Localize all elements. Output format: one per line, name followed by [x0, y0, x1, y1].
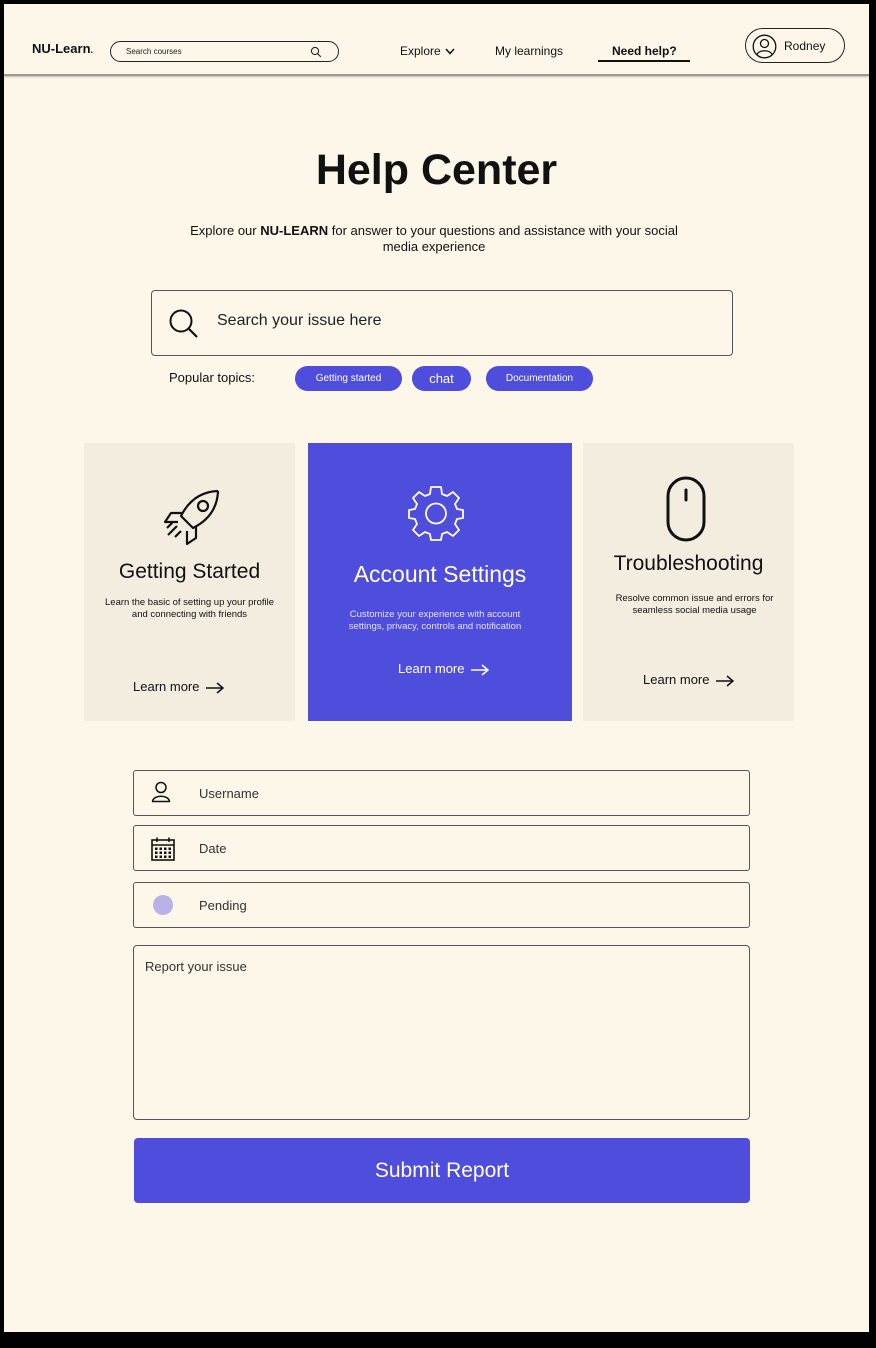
subtitle-suffix: for answer to your questions and assista…: [328, 223, 678, 254]
course-search-placeholder: Search courses: [126, 47, 182, 56]
card-title: Troubleshooting: [613, 552, 764, 575]
course-search-input[interactable]: Search courses: [110, 41, 339, 62]
nav-explore[interactable]: Explore: [400, 44, 455, 58]
active-nav-indicator: [598, 60, 690, 62]
chevron-down-icon: [445, 48, 455, 55]
issue-search-placeholder: Search your issue here: [217, 312, 382, 329]
username-field[interactable]: Username: [133, 770, 750, 816]
page-subtitle: Explore our NU-LEARN for answer to your …: [184, 223, 684, 255]
learn-more-link[interactable]: Learn more: [398, 661, 490, 676]
date-placeholder: Date: [199, 841, 227, 856]
popular-topics-label: Popular topics:: [169, 370, 255, 385]
subtitle-brand: NU-LEARN: [260, 223, 329, 238]
card-getting-started[interactable]: Getting Started Learn the basic of setti…: [84, 443, 295, 721]
user-menu-button[interactable]: Rodney: [745, 28, 845, 63]
card-description: Customize your experience with account s…: [348, 609, 522, 632]
learn-more-link[interactable]: Learn more: [643, 672, 735, 687]
arrow-right-icon: [716, 674, 735, 687]
nav-explore-label: Explore: [400, 44, 441, 58]
page-title: Help Center: [315, 146, 558, 194]
issue-report-textarea[interactable]: Report your issue: [133, 945, 750, 1120]
issue-search-input[interactable]: Search your issue here: [151, 290, 733, 356]
top-navbar: NU-Learn. Search courses Explore My lear…: [4, 4, 869, 76]
topic-chip-documentation[interactable]: Documentation: [486, 366, 593, 391]
gear-icon: [408, 486, 464, 541]
calendar-icon: [151, 837, 175, 861]
learn-more-label: Learn more: [398, 661, 465, 676]
status-indicator-icon: [153, 895, 173, 915]
card-description: Resolve common issue and errors for seam…: [615, 593, 774, 616]
user-name: Rodney: [784, 39, 826, 53]
learn-more-label: Learn more: [133, 679, 200, 694]
logo-dot: .: [90, 45, 94, 55]
status-field[interactable]: Pending: [133, 882, 750, 928]
issue-report-placeholder: Report your issue: [145, 959, 247, 974]
submit-report-button[interactable]: Submit Report: [134, 1138, 750, 1203]
card-title: Account Settings: [353, 561, 527, 587]
status-placeholder: Pending: [199, 898, 247, 913]
nav-my-learnings[interactable]: My learnings: [495, 44, 563, 58]
logo[interactable]: NU-Learn.: [32, 41, 93, 56]
card-troubleshooting[interactable]: Troubleshooting Resolve common issue and…: [583, 443, 794, 721]
learn-more-link[interactable]: Learn more: [133, 679, 225, 694]
subtitle-prefix: Explore our: [190, 223, 261, 238]
user-avatar-icon: [752, 34, 777, 59]
date-field[interactable]: Date: [133, 825, 750, 871]
logo-text: NU-Learn: [32, 41, 91, 56]
nav-need-help[interactable]: Need help?: [612, 44, 677, 58]
search-icon[interactable]: [310, 46, 322, 58]
card-account-settings[interactable]: Account Settings Customize your experien…: [308, 443, 572, 721]
learn-more-label: Learn more: [643, 672, 710, 687]
search-icon: [169, 309, 198, 338]
arrow-right-icon: [206, 681, 225, 694]
mouse-icon: [666, 476, 706, 542]
card-title: Getting Started: [118, 560, 261, 583]
topic-chip-chat[interactable]: chat: [412, 366, 471, 391]
user-icon: [151, 781, 171, 803]
rocket-icon: [163, 489, 220, 546]
card-description: Learn the basic of setting up your profi…: [105, 597, 274, 620]
help-center-page: NU-Learn. Search courses Explore My lear…: [4, 4, 869, 1332]
topic-chip-getting-started[interactable]: Getting started: [295, 366, 402, 391]
username-placeholder: Username: [199, 786, 259, 801]
arrow-right-icon: [471, 663, 490, 676]
